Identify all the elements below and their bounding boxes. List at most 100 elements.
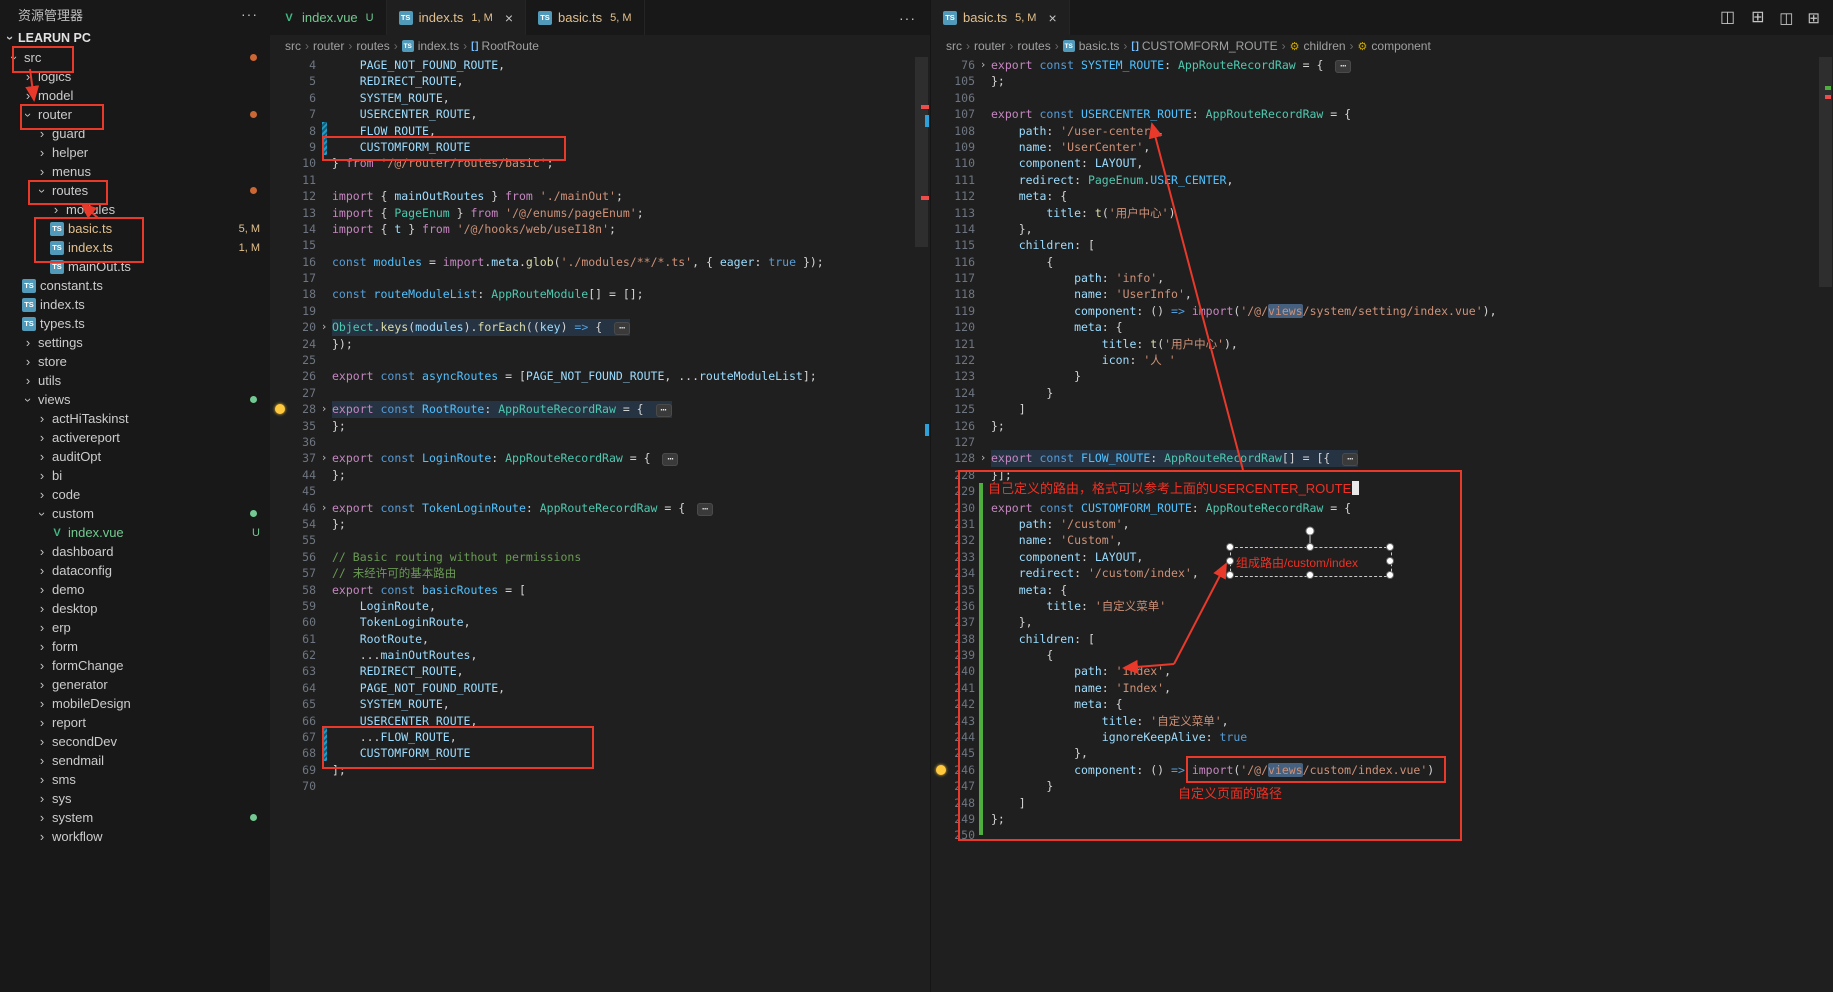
code-line-108[interactable]: 108 path: '/user-center', [931,123,1833,139]
code-line-236[interactable]: 236 title: '自定义菜单' [931,598,1833,614]
code-line-68[interactable]: 68 CUSTOMFORM_ROUTE [270,745,930,761]
tree-item-index.vue[interactable]: Vindex.vueU [0,523,270,542]
code-line-46[interactable]: 46›export const TokenLoginRoute: AppRout… [270,500,930,516]
tree-item-views[interactable]: ›views [0,390,270,409]
tree-item-report[interactable]: ›report [0,713,270,732]
tab-basic.ts[interactable]: TSbasic.ts5, M [526,0,644,35]
code-line-124[interactable]: 124 } [931,385,1833,401]
tree-item-erp[interactable]: ›erp [0,618,270,637]
layout-icon[interactable]: ⊞ [1807,9,1820,27]
code-line-238[interactable]: 238 children: [ [931,631,1833,647]
tree-item-router[interactable]: ›router [0,105,270,124]
code-line-62[interactable]: 62 ...mainOutRoutes, [270,647,930,663]
fold-icon[interactable]: › [975,57,991,73]
breadcrumb-item[interactable]: TSindex.ts [402,39,459,53]
code-line-113[interactable]: 113 title: t('用户中心') [931,205,1833,221]
tree-item-bi[interactable]: ›bi [0,466,270,485]
code-line-70[interactable]: 70 [270,778,930,794]
code-line-36[interactable]: 36 [270,434,930,450]
code-line-67[interactable]: 67 ...FLOW_ROUTE, [270,729,930,745]
tree-item-generator[interactable]: ›generator [0,675,270,694]
code-line-247[interactable]: 247 } [931,778,1833,794]
editor-more-actions-icon[interactable]: ··· [899,10,930,26]
code-editor-basic-ts[interactable]: 76›export const SYSTEM_ROUTE: AppRouteRe… [931,57,1833,992]
code-line-9[interactable]: 9 CUSTOMFORM_ROUTE [270,139,930,155]
code-line-14[interactable]: 14import { t } from '/@/hooks/web/useI18… [270,221,930,237]
code-line-60[interactable]: 60 TokenLoginRoute, [270,614,930,630]
tree-item-demo[interactable]: ›demo [0,580,270,599]
code-line-20[interactable]: 20›Object.keys(modules).forEach((key) =>… [270,319,930,335]
code-line-242[interactable]: 242 meta: { [931,696,1833,712]
code-line-117[interactable]: 117 path: 'info', [931,270,1833,286]
tree-item-sendmail[interactable]: ›sendmail [0,751,270,770]
code-line-244[interactable]: 244 ignoreKeepAlive: true [931,729,1833,745]
code-line-12[interactable]: 12import { mainOutRoutes } from './mainO… [270,188,930,204]
code-line-106[interactable]: 106 [931,90,1833,106]
code-line-56[interactable]: 56// Basic routing without permissions [270,549,930,565]
breadcrumb-item[interactable]: router [313,39,344,53]
code-line-115[interactable]: 115 children: [ [931,237,1833,253]
code-line-240[interactable]: 240 path: 'index', [931,663,1833,679]
tree-item-constant.ts[interactable]: TSconstant.ts [0,276,270,295]
code-line-105[interactable]: 105}; [931,73,1833,89]
code-line-245[interactable]: 245 }, [931,745,1833,761]
code-line-4[interactable]: 4 PAGE_NOT_FOUND_ROUTE, [270,57,930,73]
tree-item-desktop[interactable]: ›desktop [0,599,270,618]
code-line-243[interactable]: 243 title: '自定义菜单', [931,713,1833,729]
code-line-248[interactable]: 248 ] [931,795,1833,811]
fold-icon[interactable]: › [316,500,332,516]
code-line-61[interactable]: 61 RootRoute, [270,631,930,647]
code-line-123[interactable]: 123 } [931,368,1833,384]
breadcrumb-item[interactable]: [ ]RootRoute [471,39,539,53]
code-line-119[interactable]: 119 component: () => import('/@/views/sy… [931,303,1833,319]
code-line-11[interactable]: 11 [270,172,930,188]
tree-item-settings[interactable]: ›settings [0,333,270,352]
code-editor-index-ts[interactable]: 4 PAGE_NOT_FOUND_ROUTE,5 REDIRECT_ROUTE,… [270,57,930,992]
code-line-37[interactable]: 37›export const LoginRoute: AppRouteReco… [270,450,930,466]
code-line-107[interactable]: 107export const USERCENTER_ROUTE: AppRou… [931,106,1833,122]
toggle-panel-icon[interactable]: ◫ [1720,7,1735,27]
tree-item-form[interactable]: ›form [0,637,270,656]
code-line-19[interactable]: 19 [270,303,930,319]
tree-item-basic.ts[interactable]: TSbasic.ts5, M [0,219,270,238]
code-line-59[interactable]: 59 LoginRoute, [270,598,930,614]
scrollbar[interactable] [1819,57,1832,287]
breadcrumb-item[interactable]: ⚙children [1290,39,1346,53]
code-line-58[interactable]: 58export const basicRoutes = [ [270,582,930,598]
code-line-76[interactable]: 76›export const SYSTEM_ROUTE: AppRouteRe… [931,57,1833,73]
fold-icon[interactable]: › [975,450,991,466]
tab-index.vue[interactable]: Vindex.vueU [270,0,387,35]
close-icon[interactable]: × [1048,10,1056,26]
tree-item-index.ts[interactable]: TSindex.ts [0,295,270,314]
tree-item-modules[interactable]: ›modules [0,200,270,219]
code-line-57[interactable]: 57// 未经许可的基本路由 [270,565,930,581]
fold-icon[interactable]: › [316,319,332,335]
tree-item-formChange[interactable]: ›formChange [0,656,270,675]
code-line-28[interactable]: 28›export const RootRoute: AppRouteRecor… [270,401,930,417]
code-line-64[interactable]: 64 PAGE_NOT_FOUND_ROUTE, [270,680,930,696]
tree-item-system[interactable]: ›system [0,808,270,827]
code-line-10[interactable]: 10} from '/@/router/routes/basic'; [270,155,930,171]
tree-item-auditOpt[interactable]: ›auditOpt [0,447,270,466]
code-line-27[interactable]: 27 [270,385,930,401]
code-line-65[interactable]: 65 SYSTEM_ROUTE, [270,696,930,712]
tree-item-code[interactable]: ›code [0,485,270,504]
code-line-230[interactable]: 230export const CUSTOMFORM_ROUTE: AppRou… [931,500,1833,516]
tree-item-workflow[interactable]: ›workflow [0,827,270,846]
code-line-8[interactable]: 8 FLOW_ROUTE, [270,123,930,139]
code-line-6[interactable]: 6 SYSTEM_ROUTE, [270,90,930,106]
code-line-110[interactable]: 110 component: LAYOUT, [931,155,1833,171]
code-line-112[interactable]: 112 meta: { [931,188,1833,204]
code-line-18[interactable]: 18const routeModuleList: AppRouteModule[… [270,286,930,302]
code-line-111[interactable]: 111 redirect: PageEnum.USER_CENTER, [931,172,1833,188]
tab-index.ts[interactable]: TSindex.ts1, M× [387,0,526,35]
tree-item-src[interactable]: ›src [0,48,270,67]
tree-item-sys[interactable]: ›sys [0,789,270,808]
code-line-114[interactable]: 114 }, [931,221,1833,237]
tree-item-actHiTaskinst[interactable]: ›actHiTaskinst [0,409,270,428]
code-line-25[interactable]: 25 [270,352,930,368]
tree-item-menus[interactable]: ›menus [0,162,270,181]
code-line-246[interactable]: 246 component: () => import('/@/views/cu… [931,762,1833,778]
breadcrumb-item[interactable]: router [974,39,1005,53]
scrollbar[interactable] [915,57,928,247]
